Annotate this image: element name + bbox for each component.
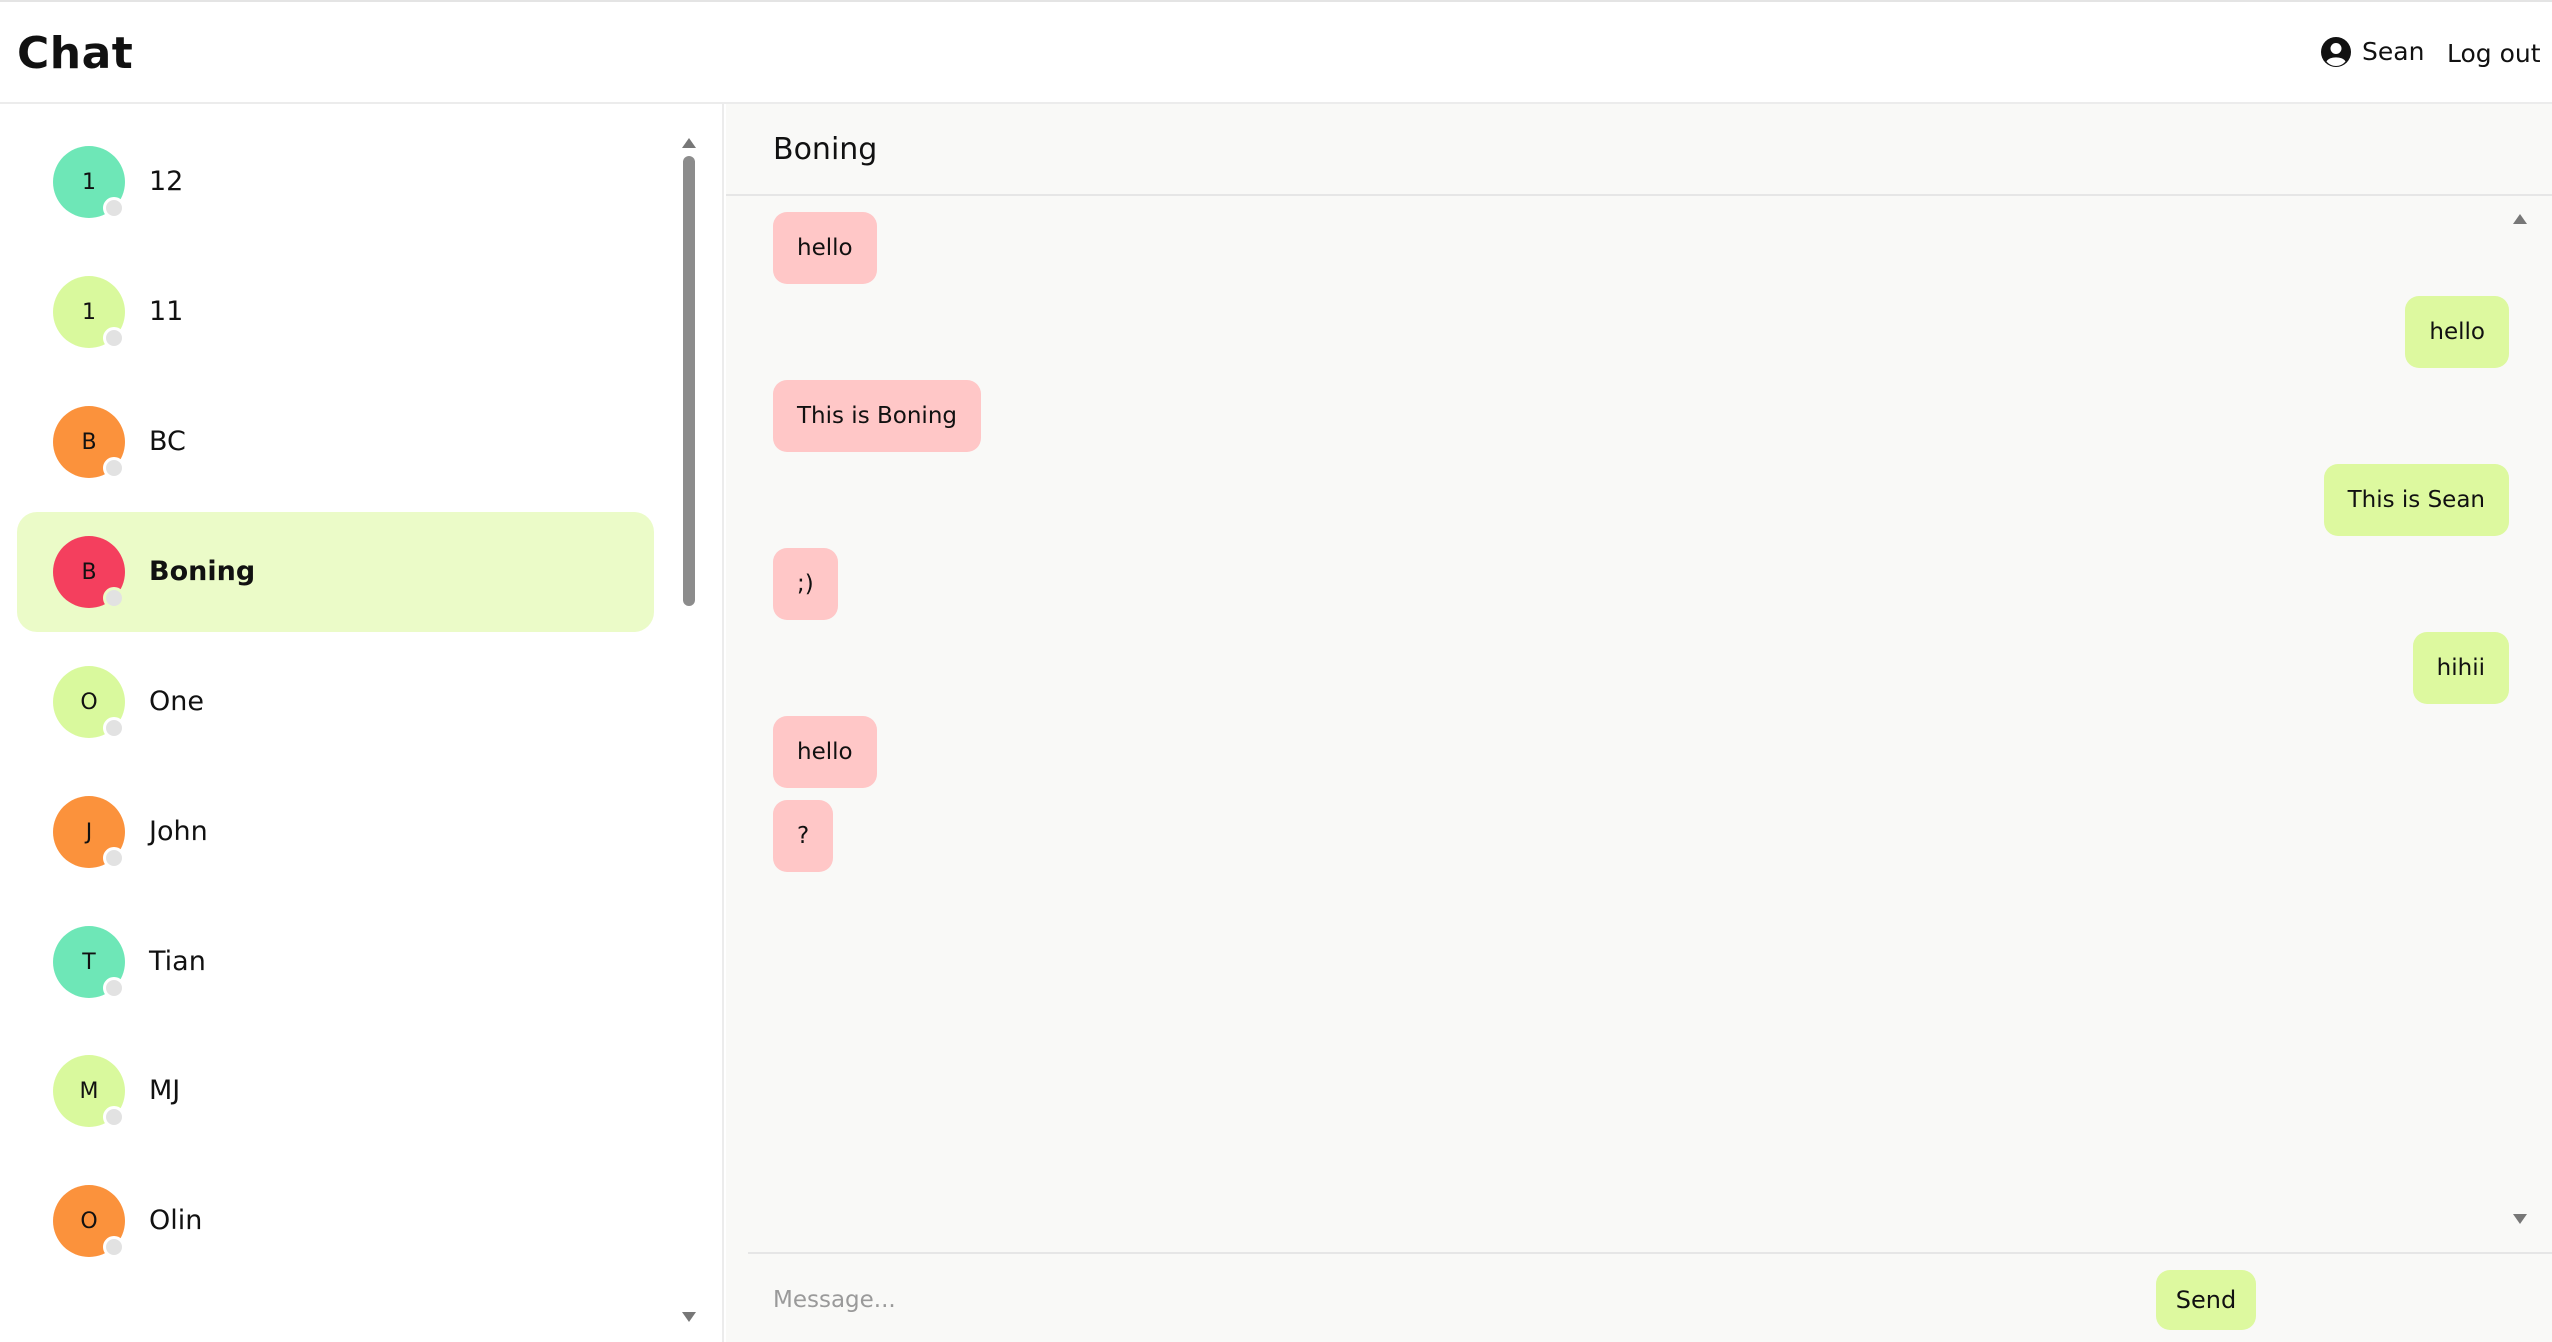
contact-name: 12 xyxy=(149,166,184,197)
incoming-message: hello xyxy=(773,212,877,284)
contact-item[interactable]: J John xyxy=(17,772,654,892)
outgoing-message: hello xyxy=(2405,296,2509,368)
contact-item[interactable]: O Olin xyxy=(17,1161,654,1281)
status-dot-icon xyxy=(103,587,125,609)
chat-panel: Boning hello hello This is Boning This is S… xyxy=(726,104,2552,1342)
sidebar-scrollbar-thumb[interactable] xyxy=(683,156,695,606)
contact-name: BC xyxy=(149,426,186,457)
contact-name: MJ xyxy=(149,1075,181,1106)
message-input[interactable] xyxy=(748,1262,2328,1338)
message-list: hello hello This is Boning This is Sean;) hi… xyxy=(726,196,2552,1258)
contact-name: 11 xyxy=(149,296,184,327)
chat-header: Boning xyxy=(726,104,2552,196)
contact-name: One xyxy=(149,686,204,717)
contact-name: Tian xyxy=(149,946,206,977)
status-dot-icon xyxy=(103,717,125,739)
contact-item[interactable]: 1 12 xyxy=(17,122,654,242)
incoming-message: This is Boning xyxy=(773,380,981,452)
contact-name: Olin xyxy=(149,1205,203,1236)
status-dot-icon xyxy=(103,197,125,219)
scroll-down-arrow-icon[interactable] xyxy=(2512,1210,2528,1224)
logout-link[interactable]: Log out xyxy=(2447,38,2541,70)
contact-item[interactable]: T Tian xyxy=(17,902,654,1022)
outgoing-message: hihii xyxy=(2412,632,2509,704)
incoming-message: ? xyxy=(773,800,834,872)
status-dot-icon xyxy=(103,327,125,349)
chat-title: Boning xyxy=(773,132,878,167)
user-name: Sean xyxy=(2362,37,2425,66)
outgoing-message: This is Sean xyxy=(2323,464,2509,536)
contact-name: John xyxy=(149,816,208,847)
contact-item[interactable]: 1 11 xyxy=(17,252,654,372)
status-dot-icon xyxy=(103,847,125,869)
contact-item[interactable]: O One xyxy=(17,642,654,762)
scroll-up-arrow-icon[interactable] xyxy=(2512,210,2528,224)
message-composer: Send xyxy=(748,1252,2552,1342)
scroll-up-arrow-icon[interactable] xyxy=(681,134,697,148)
contact-item[interactable]: M MJ xyxy=(17,1031,654,1151)
app-title: Chat xyxy=(17,28,134,79)
status-dot-icon xyxy=(103,1236,125,1258)
scroll-down-arrow-icon[interactable] xyxy=(681,1308,697,1322)
user-circle-icon xyxy=(2320,36,2352,68)
contact-list: 1 12 1 11 B BC B Boning O One J John T Tian M MJ O Olin xyxy=(0,104,724,1342)
contact-item[interactable]: B Boning xyxy=(17,512,654,632)
app-header: Chat Sean Log out xyxy=(0,2,2552,104)
contact-item[interactable]: B BC xyxy=(17,382,654,502)
status-dot-icon xyxy=(103,977,125,999)
incoming-message: hello xyxy=(773,716,877,788)
status-dot-icon xyxy=(103,1106,125,1128)
incoming-message: ;) xyxy=(773,548,838,620)
current-user[interactable]: Sean xyxy=(2320,36,2424,68)
contact-name: Boning xyxy=(149,556,256,587)
send-button[interactable]: Send xyxy=(2156,1270,2256,1330)
status-dot-icon xyxy=(103,457,125,479)
